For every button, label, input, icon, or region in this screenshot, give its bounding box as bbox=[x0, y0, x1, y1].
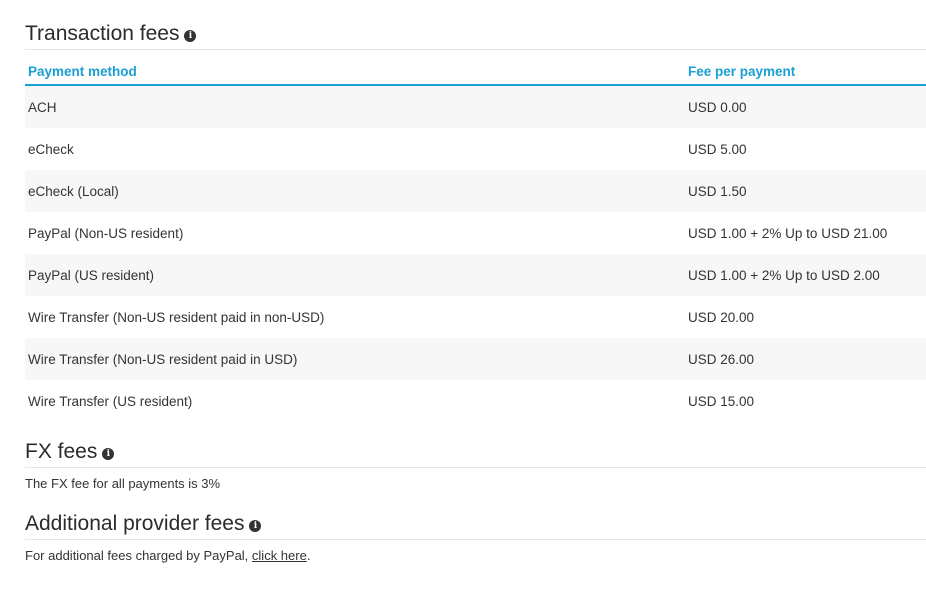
table-row: Wire Transfer (Non-US resident paid in n… bbox=[25, 296, 926, 338]
fee-cell: USD 5.00 bbox=[688, 141, 747, 157]
fee-cell: USD 26.00 bbox=[688, 351, 755, 367]
transaction-fees-title: Transaction fees i bbox=[25, 20, 926, 50]
payment-method-cell: eCheck (Local) bbox=[28, 183, 119, 199]
additional-fees-text-after: . bbox=[306, 548, 311, 563]
payment-method-cell: Wire Transfer (Non-US resident paid in n… bbox=[28, 309, 325, 325]
payment-method-cell: eCheck bbox=[28, 141, 74, 157]
fee-cell: USD 1.00 + 2% Up to USD 21.00 bbox=[688, 225, 888, 241]
table-row: PayPal (Non-US resident) USD 1.00 + 2% U… bbox=[25, 212, 926, 254]
transaction-fees-table: Payment method Fee per payment ACH USD 0… bbox=[25, 58, 926, 422]
fee-cell: USD 15.00 bbox=[688, 393, 755, 409]
payment-method-cell: PayPal (Non-US resident) bbox=[28, 225, 184, 241]
info-icon[interactable]: i bbox=[184, 29, 197, 42]
column-header-fee-per-payment: Fee per payment bbox=[688, 63, 796, 79]
table-row: eCheck (Local) USD 1.50 bbox=[25, 170, 926, 212]
info-icon[interactable]: i bbox=[102, 447, 115, 460]
fx-fees-title: FX fees i bbox=[25, 438, 926, 468]
table-header: Payment method Fee per payment bbox=[25, 58, 926, 86]
payment-method-cell: Wire Transfer (Non-US resident paid in U… bbox=[28, 351, 298, 367]
table-row: Wire Transfer (US resident) USD 15.00 bbox=[25, 380, 926, 422]
additional-fees-text-before: For additional fees charged by PayPal, bbox=[25, 548, 252, 563]
payment-method-cell: ACH bbox=[28, 99, 57, 115]
fx-fees-title-text: FX fees bbox=[25, 439, 98, 463]
paypal-fees-link[interactable]: click here bbox=[252, 548, 307, 563]
table-row: Wire Transfer (Non-US resident paid in U… bbox=[25, 338, 926, 380]
fee-cell: USD 0.00 bbox=[688, 99, 747, 115]
fees-page: Transaction fees i Payment method Fee pe… bbox=[0, 0, 926, 608]
table-row: eCheck USD 5.00 bbox=[25, 128, 926, 170]
table-row: PayPal (US resident) USD 1.00 + 2% Up to… bbox=[25, 254, 926, 296]
additional-provider-fees-title: Additional provider fees i bbox=[25, 510, 926, 540]
additional-provider-fees-title-text: Additional provider fees bbox=[25, 511, 245, 535]
transaction-fees-title-text: Transaction fees bbox=[25, 21, 180, 45]
table-row: ACH USD 0.00 bbox=[25, 86, 926, 128]
payment-method-cell: PayPal (US resident) bbox=[28, 267, 155, 283]
fee-cell: USD 1.00 + 2% Up to USD 2.00 bbox=[688, 267, 880, 283]
additional-fees-text: For additional fees charged by PayPal, c… bbox=[25, 548, 310, 563]
column-header-payment-method: Payment method bbox=[28, 63, 137, 79]
fx-fees-text: The FX fee for all payments is 3% bbox=[25, 476, 221, 491]
fee-cell: USD 1.50 bbox=[688, 183, 747, 199]
fee-cell: USD 20.00 bbox=[688, 309, 755, 325]
payment-method-cell: Wire Transfer (US resident) bbox=[28, 393, 193, 409]
info-icon[interactable]: i bbox=[249, 519, 262, 532]
